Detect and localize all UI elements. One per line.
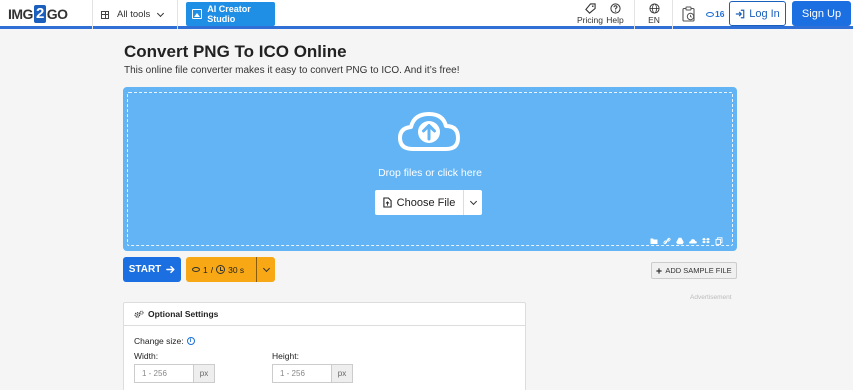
chevron-down-icon: [469, 197, 477, 205]
width-input[interactable]: [134, 364, 193, 383]
conversion-cost-info: 1 / 30 s: [186, 257, 257, 282]
page-subtitle: This online file converter makes it easy…: [124, 65, 460, 76]
cost-separator: /: [210, 264, 214, 275]
cost-options-dropdown[interactable]: [257, 264, 275, 272]
google-drive-icon[interactable]: [676, 232, 684, 245]
logo-text-2: 2: [33, 5, 46, 23]
upload-source-dropdown[interactable]: [464, 190, 482, 215]
width-label: Width:: [134, 351, 159, 361]
language-selector[interactable]: EN: [644, 2, 664, 26]
credits-value: 16: [715, 9, 725, 19]
login-icon: [736, 9, 745, 18]
arrow-right-icon: [166, 265, 175, 274]
credits-counter[interactable]: 16: [706, 9, 724, 19]
header-divider: [634, 0, 635, 29]
all-tools-label: All tools: [117, 9, 151, 20]
coin-icon: [192, 267, 200, 272]
all-tools-menu[interactable]: All tools: [101, 0, 165, 29]
folder-icon[interactable]: [650, 232, 658, 244]
signup-label: Sign Up: [801, 7, 842, 20]
page-title: Convert PNG To ICO Online: [124, 42, 347, 61]
advertisement-label: Advertisement: [690, 294, 732, 301]
add-sample-file-button[interactable]: ADD SAMPLE FILE: [651, 262, 737, 279]
pricing-label: Pricing: [577, 15, 603, 25]
optional-settings-title: Optional Settings: [148, 309, 219, 319]
top-navbar: IMG 2 GO All tools AI Creator Studio Prici…: [0, 0, 853, 29]
choose-file-button[interactable]: Choose File: [375, 190, 464, 215]
height-unit: px: [331, 364, 353, 383]
upload-source-icons: [650, 232, 723, 245]
logo-text-img: IMG: [8, 6, 33, 22]
change-size-label: Change size: i: [134, 336, 195, 346]
file-upload-icon: [383, 197, 392, 208]
link-icon[interactable]: [663, 232, 671, 245]
header-divider: [672, 0, 673, 29]
grid-icon: [101, 10, 109, 19]
tag-icon: [584, 3, 596, 14]
height-field: px: [272, 364, 353, 383]
img2go-logo[interactable]: IMG 2 GO: [8, 5, 68, 23]
login-button[interactable]: Log In: [729, 1, 786, 26]
help-link[interactable]: Help: [604, 2, 626, 26]
choose-file-group: Choose File: [375, 190, 482, 215]
width-field: px: [134, 364, 215, 383]
plus-icon: [656, 267, 662, 274]
image-icon: [192, 9, 203, 19]
copy-paste-icon[interactable]: [715, 232, 723, 245]
choose-file-label: Choose File: [396, 196, 456, 209]
help-label: Help: [606, 15, 624, 25]
header-divider: [92, 0, 93, 29]
clock-icon: [216, 265, 226, 274]
info-icon[interactable]: i: [186, 337, 195, 345]
chevron-down-icon: [262, 264, 270, 272]
chevron-down-icon: [157, 9, 165, 17]
clipboard-clock-icon: [682, 6, 695, 22]
history-button[interactable]: [679, 2, 699, 26]
header-divider: [177, 0, 178, 29]
optional-settings-header: Optional Settings: [124, 303, 525, 326]
gears-icon: [134, 310, 144, 318]
cloud-upload-icon: [398, 112, 460, 151]
cost-time: 30 s: [228, 264, 245, 275]
help-icon: [609, 3, 621, 14]
cost-credits: 1: [203, 264, 208, 275]
onedrive-icon[interactable]: [689, 232, 697, 244]
ai-creator-studio-button[interactable]: AI Creator Studio: [186, 2, 275, 26]
language-label: EN: [648, 15, 660, 25]
drop-files-text: Drop files or click here: [378, 167, 482, 179]
logo-text-go: GO: [46, 6, 68, 22]
start-label: START: [128, 264, 162, 275]
signup-button[interactable]: Sign Up: [792, 1, 851, 26]
start-button[interactable]: START: [123, 257, 181, 282]
pricing-link[interactable]: Pricing: [575, 2, 605, 26]
height-label: Height:: [272, 351, 299, 361]
coin-icon: [706, 11, 714, 17]
file-dropzone[interactable]: Drop files or click here Choose File: [123, 87, 737, 251]
dropbox-icon[interactable]: [702, 232, 710, 244]
login-label: Log In: [749, 7, 780, 20]
height-input[interactable]: [272, 364, 331, 383]
optional-settings-panel: Optional Settings Change size: i Width: …: [123, 302, 526, 390]
ai-creator-studio-label: AI Creator Studio: [207, 4, 251, 24]
add-sample-file-label: ADD SAMPLE FILE: [665, 266, 732, 275]
conversion-cost-button[interactable]: 1 / 30 s: [186, 257, 275, 282]
globe-icon: [648, 3, 660, 14]
change-size-text: Change size:: [134, 336, 184, 346]
width-unit: px: [193, 364, 215, 383]
